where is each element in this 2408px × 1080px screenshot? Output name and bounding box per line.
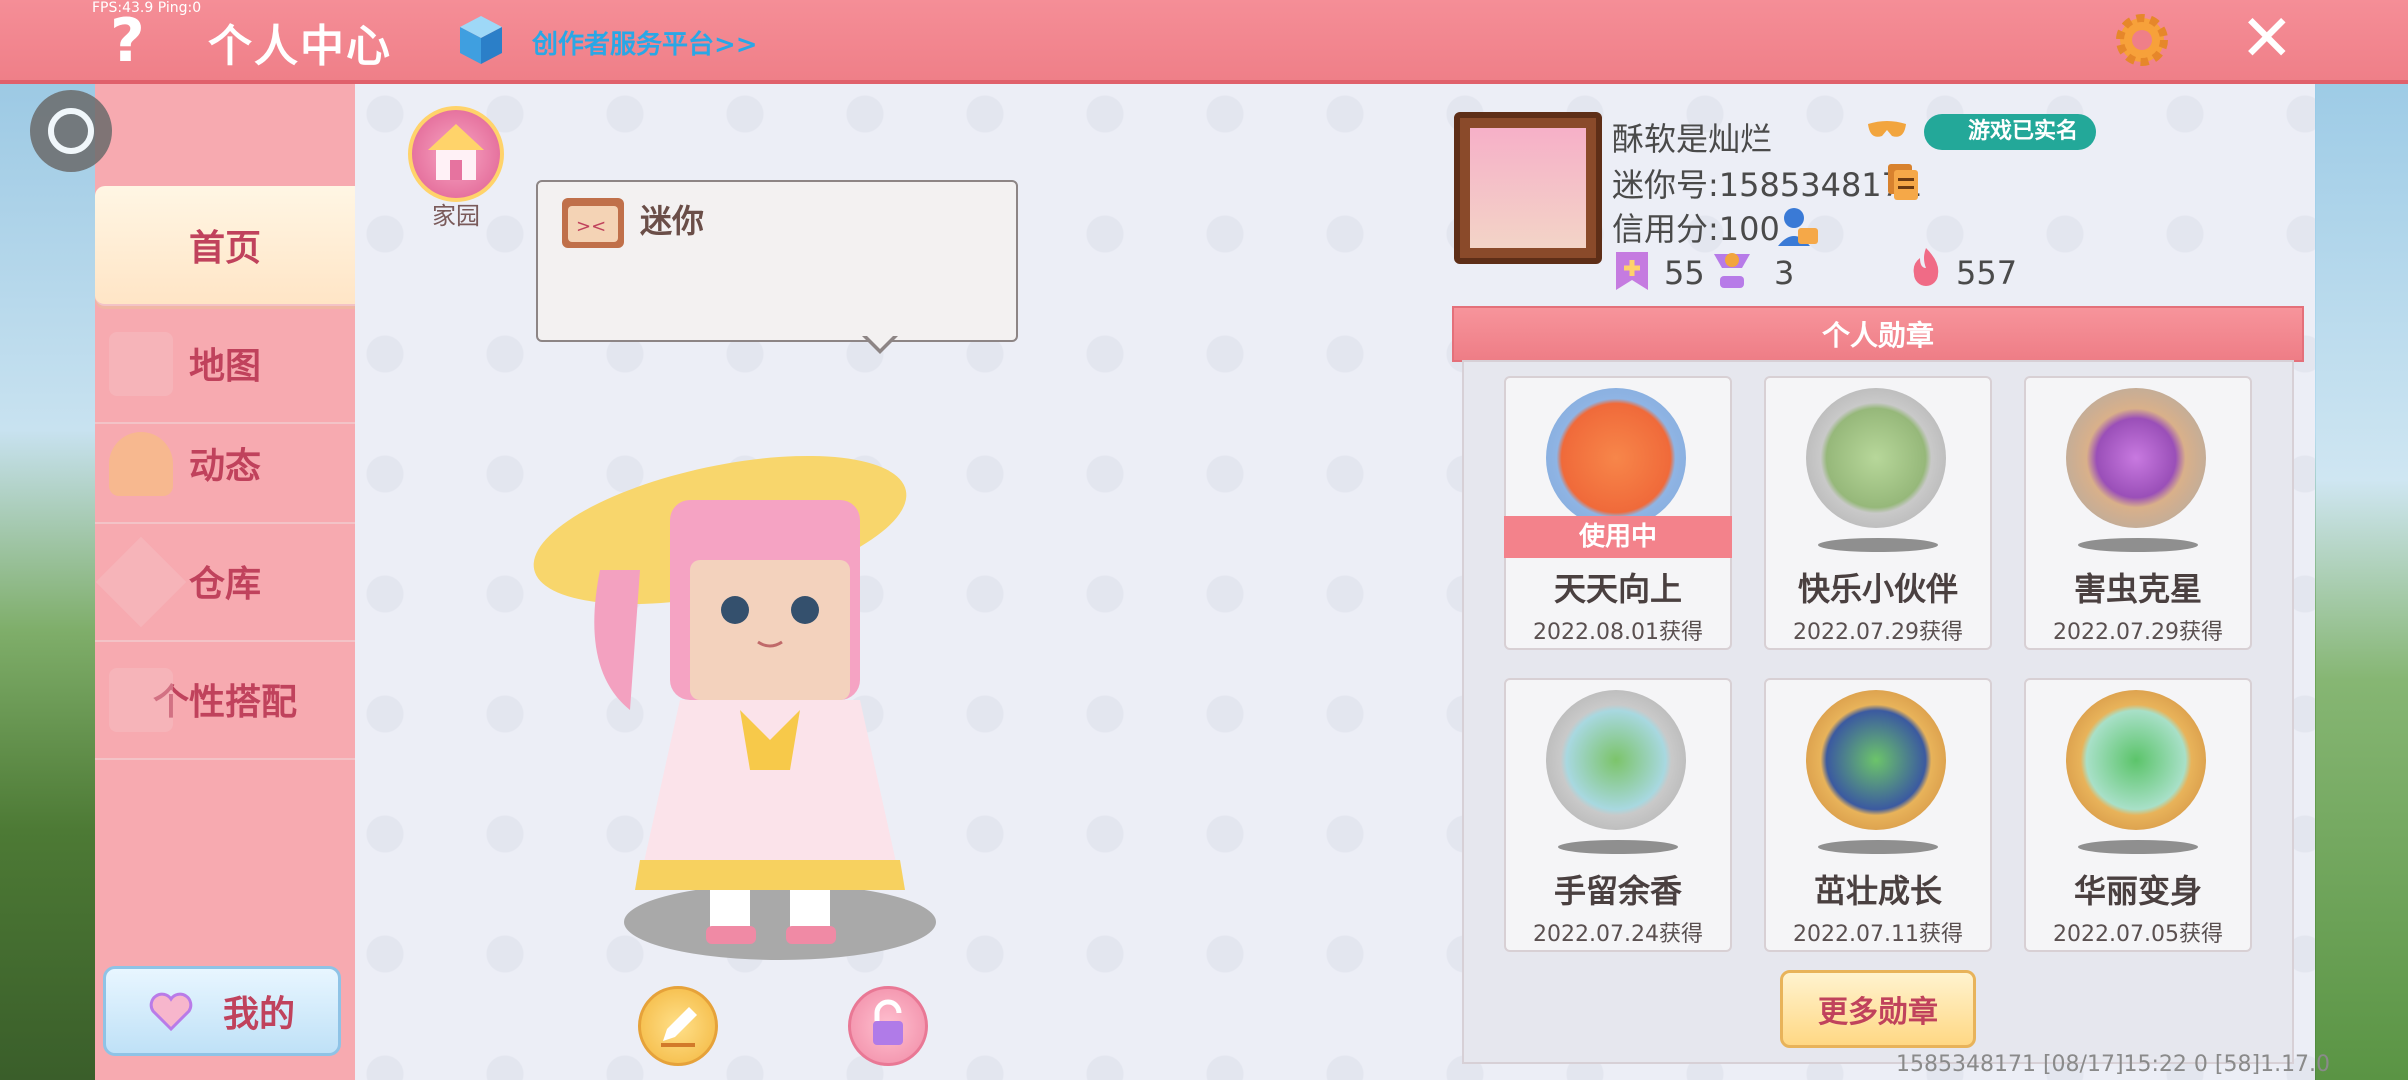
medal-name: 害虫克星 [2073, 570, 2202, 608]
medal-shadow [2078, 840, 2198, 854]
medal-date: 2022.07.05获得 [2053, 922, 2223, 947]
medal-disc [1546, 690, 1686, 830]
sidebar-item-storage[interactable]: 仓库 [95, 522, 355, 642]
medal-shadow [1558, 840, 1678, 854]
medal-date: 2022.07.29获得 [1793, 620, 1963, 645]
warehouse-icon [95, 536, 187, 628]
character-avatar[interactable] [520, 410, 1000, 980]
medal-card[interactable]: 茁壮成长 2022.07.11获得 [1764, 678, 1992, 952]
home-button[interactable] [408, 106, 504, 202]
speech-bubble-tail-fill [865, 334, 895, 349]
medal-card[interactable]: 手留余香 2022.07.24获得 [1504, 678, 1732, 952]
medal-card[interactable]: 害虫克星 2022.07.29获得 [2024, 376, 2252, 650]
mask-icon[interactable] [1866, 118, 1908, 144]
medal-name: 手留余香 [1553, 872, 1682, 910]
close-icon[interactable]: ✕ [2240, 4, 2294, 74]
medal-date: 2022.08.01获得 [1533, 620, 1703, 645]
medal-disc [2066, 690, 2206, 830]
medal-disc [1806, 690, 1946, 830]
mini-mascot-icon: >< [562, 198, 624, 248]
medal-name: 茁壮成长 [1813, 872, 1942, 910]
stat-value: 557 [1956, 254, 2018, 292]
in-use-badge: 使用中 [1504, 516, 1732, 558]
cube-icon[interactable] [458, 14, 504, 66]
medals-header: 个人勋章 [1452, 306, 2304, 362]
avatar-portrait [1470, 128, 1586, 248]
mine-label: 我的 [222, 994, 295, 1035]
medal-card[interactable]: 华丽变身 2022.07.05获得 [2024, 678, 2252, 952]
house-icon [428, 124, 484, 180]
profile-avatar[interactable] [1454, 112, 1602, 264]
medal-name: 快乐小伙伴 [1797, 570, 1958, 608]
svg-text:><: >< [576, 216, 606, 237]
bubble-text: 迷你 [640, 202, 705, 240]
flame-icon [1913, 248, 1939, 286]
medal-disc [1546, 388, 1686, 528]
record-button[interactable] [30, 90, 112, 172]
profile-credit: 信用分:100 [1612, 210, 1780, 248]
help-icon[interactable]: ? [110, 6, 145, 76]
medal-shadow [2078, 538, 2198, 552]
sidebar-item-label: 首页 [188, 228, 261, 269]
footer-info: 1585348171 [08/17]15:22 0 [58]1.17.0 [1896, 1052, 2331, 1077]
background-left [0, 80, 95, 1080]
medal-disc [1806, 388, 1946, 528]
medal-shadow [1818, 840, 1938, 854]
creator-platform-link[interactable]: 创作者服务平台>> [532, 24, 758, 61]
sidebar-item-home[interactable]: 首页 [95, 186, 355, 306]
sidebar-item-label: 地图 [188, 346, 261, 387]
outfit-icon [109, 668, 173, 732]
credit-user-icon[interactable] [1776, 206, 1820, 248]
sidebar-item-outfit[interactable]: 个性搭配 [95, 640, 355, 760]
edit-icon[interactable] [638, 986, 718, 1066]
fps-readout: FPS:43.9 Ping:0 [92, 0, 202, 16]
medal-date: 2022.07.29获得 [2053, 620, 2223, 645]
lock-icon [873, 999, 903, 1045]
page-title: 个人中心 [208, 21, 392, 72]
sidebar-item-label: 动态 [188, 446, 261, 487]
medal-disc [2066, 388, 2206, 528]
trophy-person-icon [1714, 253, 1750, 288]
medal-card[interactable]: 使用中 天天向上 2022.08.01获得 [1504, 376, 1732, 650]
gear-icon[interactable] [2112, 10, 2172, 70]
medal-card[interactable]: 快乐小伙伴 2022.07.29获得 [1764, 376, 1992, 650]
bell-icon [109, 432, 173, 496]
home-label: 家园 [432, 202, 480, 230]
bookmark-plus-icon [1616, 252, 1648, 290]
sidebar-item-feed[interactable]: 动态 [95, 404, 355, 524]
profile-name: 酥软是灿烂 [1612, 120, 1773, 158]
medal-name: 天天向上 [1553, 570, 1682, 608]
more-medals-button[interactable]: 更多勋章 [1780, 970, 1976, 1048]
real-name-badge: 游戏已实名 [1924, 114, 2097, 150]
mine-button[interactable]: 我的 [103, 966, 341, 1056]
sidebar-item-label: 仓库 [188, 564, 261, 605]
pencil-icon [661, 1007, 697, 1047]
copy-icon[interactable] [1886, 162, 1920, 202]
medal-shadow [1818, 538, 1938, 552]
unlock-icon[interactable] [848, 986, 928, 1066]
medal-date: 2022.07.24获得 [1533, 922, 1703, 947]
profile-id: 迷你号:1585348171 [1612, 166, 1923, 204]
map-icon [109, 332, 173, 396]
stat-value: 55 [1664, 254, 1705, 292]
medal-date: 2022.07.11获得 [1793, 922, 1963, 947]
stat-value: 3 [1774, 254, 1795, 292]
background-right [2316, 80, 2408, 1080]
medal-name: 华丽变身 [2073, 872, 2202, 910]
sidebar-item-label: 个性搭配 [152, 682, 297, 723]
heart-icon [149, 992, 193, 1031]
